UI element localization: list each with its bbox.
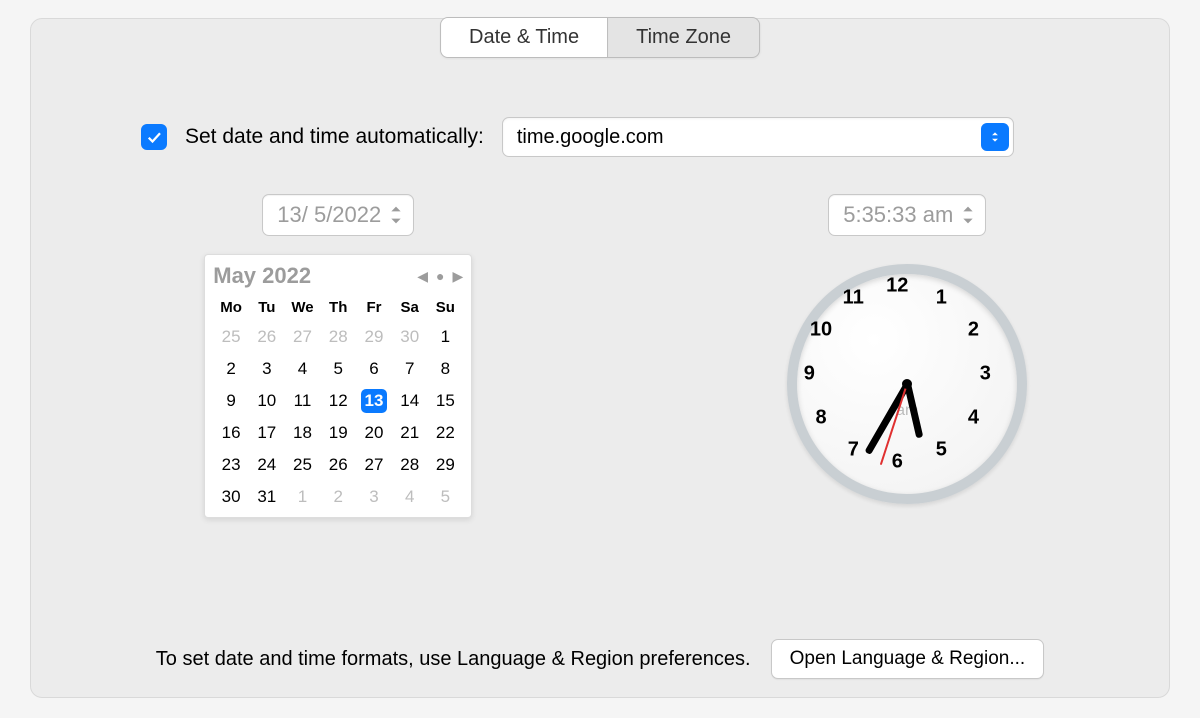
calendar-day[interactable]: 25: [213, 321, 249, 353]
calendar[interactable]: May 2022 ◀ ● ▶ MoTuWeThFrSaSu 2526272829…: [204, 254, 472, 518]
calendar-day[interactable]: 4: [285, 353, 321, 385]
time-server-combobox[interactable]: time.google.com: [502, 117, 1014, 157]
calendar-day[interactable]: 19: [320, 417, 356, 449]
calendar-day[interactable]: 12: [320, 385, 356, 417]
tab-bar: Date & Time Time Zone: [440, 17, 760, 58]
calendar-day[interactable]: 26: [249, 321, 285, 353]
checkmark-icon: [145, 128, 163, 146]
calendar-day[interactable]: 21: [392, 417, 428, 449]
calendar-day[interactable]: 20: [356, 417, 392, 449]
tab-time-zone[interactable]: Time Zone: [607, 18, 759, 57]
calendar-day[interactable]: 30: [213, 481, 249, 513]
calendar-day[interactable]: 5: [428, 481, 464, 513]
calendar-day[interactable]: 17: [249, 417, 285, 449]
calendar-grid: MoTuWeThFrSaSu 2526272829301234567891011…: [213, 293, 463, 513]
calendar-nav: ◀ ● ▶: [417, 268, 463, 285]
calendar-weekday: Tu: [249, 293, 285, 321]
combobox-button[interactable]: [981, 123, 1009, 151]
calendar-day[interactable]: 2: [320, 481, 356, 513]
calendar-month-title: May 2022: [213, 263, 311, 289]
clock-numeral: 4: [968, 407, 979, 430]
chevron-down-icon: [389, 216, 403, 226]
analog-clock: am 121234567891011: [787, 264, 1027, 504]
time-field[interactable]: 5:35:33 am: [828, 194, 986, 236]
calendar-day[interactable]: 15: [428, 385, 464, 417]
calendar-day[interactable]: 1: [428, 321, 464, 353]
calendar-day[interactable]: 29: [356, 321, 392, 353]
calendar-day[interactable]: 16: [213, 417, 249, 449]
calendar-day[interactable]: 2: [213, 353, 249, 385]
calendar-day[interactable]: 7: [392, 353, 428, 385]
time-field-value: 5:35:33 am: [843, 202, 953, 228]
footer: To set date and time formats, use Langua…: [31, 639, 1169, 679]
calendar-day[interactable]: 4: [392, 481, 428, 513]
date-field-value: 13/ 5/2022: [277, 202, 381, 228]
tab-date-time[interactable]: Date & Time: [441, 18, 607, 57]
clock-numeral: 8: [815, 407, 826, 430]
auto-set-checkbox[interactable]: [141, 124, 167, 150]
calendar-day[interactable]: 22: [428, 417, 464, 449]
clock-numeral: 7: [848, 439, 859, 462]
calendar-weekday: Th: [320, 293, 356, 321]
clock-numeral: 3: [980, 363, 991, 386]
calendar-day[interactable]: 18: [285, 417, 321, 449]
calendar-day[interactable]: 23: [213, 449, 249, 481]
clock-numeral: 9: [804, 363, 815, 386]
calendar-prev-icon[interactable]: ◀: [417, 268, 428, 285]
calendar-day[interactable]: 27: [356, 449, 392, 481]
calendar-day[interactable]: 13: [356, 385, 392, 417]
chevron-up-icon: [961, 204, 975, 214]
footer-hint: To set date and time formats, use Langua…: [156, 648, 751, 671]
date-field[interactable]: 13/ 5/2022: [262, 194, 414, 236]
calendar-day[interactable]: 24: [249, 449, 285, 481]
calendar-day[interactable]: 28: [320, 321, 356, 353]
clock-numeral: 12: [886, 275, 908, 298]
chevron-down-icon: [961, 216, 975, 226]
calendar-weekday: Su: [428, 293, 464, 321]
calendar-day[interactable]: 14: [392, 385, 428, 417]
calendar-day[interactable]: 27: [285, 321, 321, 353]
calendar-day[interactable]: 3: [356, 481, 392, 513]
time-server-value: time.google.com: [517, 126, 981, 149]
calendar-weekday: Sa: [392, 293, 428, 321]
auto-set-row: Set date and time automatically: time.go…: [141, 117, 1014, 157]
date-time-panel: Date & Time Time Zone Set date and time …: [30, 18, 1170, 698]
calendar-day[interactable]: 8: [428, 353, 464, 385]
calendar-day[interactable]: 11: [285, 385, 321, 417]
chevron-up-down-icon: [988, 130, 1002, 144]
calendar-day[interactable]: 30: [392, 321, 428, 353]
calendar-day[interactable]: 3: [249, 353, 285, 385]
auto-set-label: Set date and time automatically:: [185, 125, 484, 149]
date-stepper[interactable]: [389, 200, 409, 230]
calendar-day[interactable]: 6: [356, 353, 392, 385]
calendar-today-icon[interactable]: ●: [436, 268, 444, 284]
calendar-day[interactable]: 29: [428, 449, 464, 481]
clock-numeral: 11: [843, 286, 864, 309]
calendar-day[interactable]: 9: [213, 385, 249, 417]
calendar-day[interactable]: 26: [320, 449, 356, 481]
calendar-day[interactable]: 5: [320, 353, 356, 385]
chevron-up-icon: [389, 204, 403, 214]
clock-numeral: 5: [936, 439, 947, 462]
clock-numeral: 10: [810, 319, 832, 342]
calendar-weekday: We: [285, 293, 321, 321]
time-stepper[interactable]: [961, 200, 981, 230]
clock-numeral: 2: [968, 319, 979, 342]
clock-numeral: 1: [936, 286, 947, 309]
calendar-next-icon[interactable]: ▶: [452, 268, 463, 285]
calendar-day[interactable]: 31: [249, 481, 285, 513]
calendar-day[interactable]: 1: [285, 481, 321, 513]
calendar-weekday: Fr: [356, 293, 392, 321]
calendar-day[interactable]: 28: [392, 449, 428, 481]
clock-numeral: 6: [892, 451, 903, 474]
calendar-day[interactable]: 10: [249, 385, 285, 417]
calendar-day[interactable]: 25: [285, 449, 321, 481]
open-language-region-button[interactable]: Open Language & Region...: [771, 639, 1045, 679]
calendar-weekday: Mo: [213, 293, 249, 321]
